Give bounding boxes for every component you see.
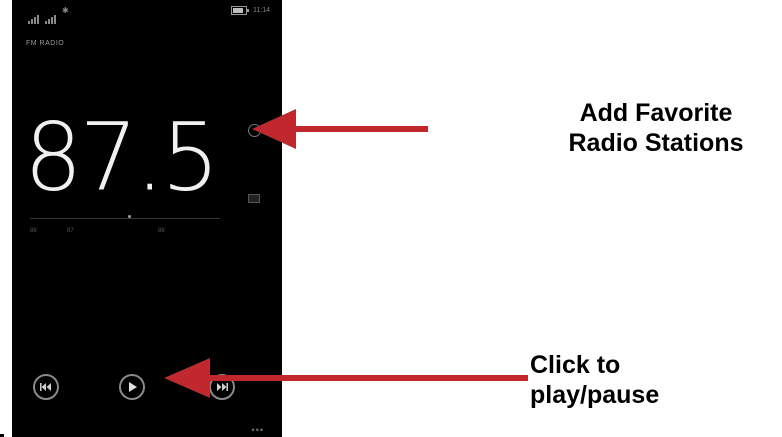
annotation-line: Add Favorite (579, 99, 733, 127)
play-arrow (164, 358, 528, 398)
play-annotation: Click to play/pause (530, 350, 740, 410)
annotation-line: Radio Stations (568, 129, 744, 157)
annotation-line: play/pause (530, 381, 660, 409)
favorite-annotation: Add Favorite Radio Stations (530, 98, 782, 158)
favorite-arrow (252, 109, 428, 149)
annotation-line: Click to (530, 351, 621, 379)
